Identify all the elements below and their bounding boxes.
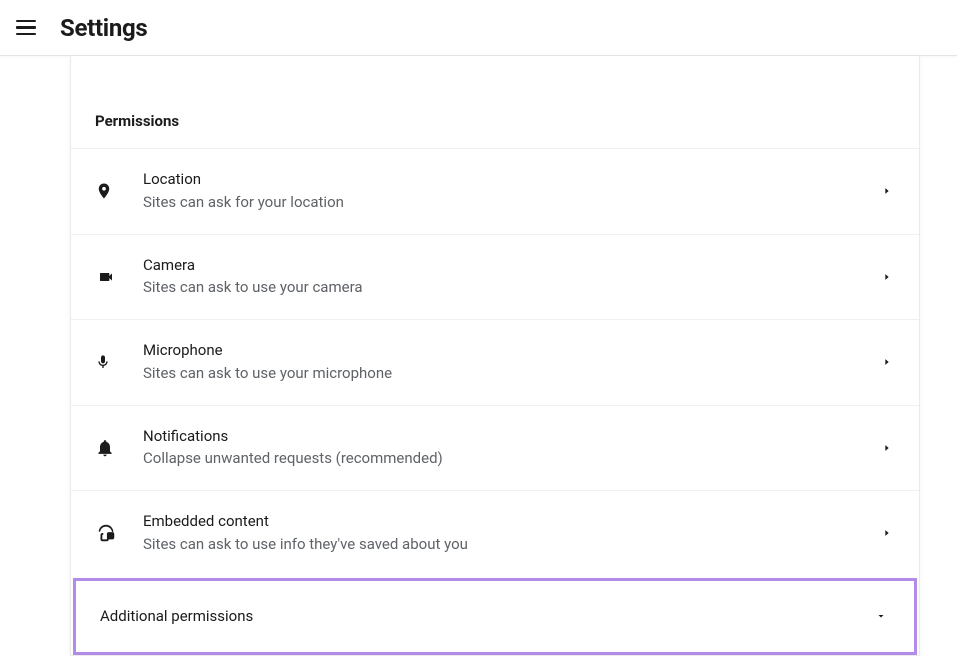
microphone-icon: [95, 351, 123, 373]
bell-icon: [95, 437, 123, 459]
menu-icon[interactable]: [16, 16, 40, 40]
permission-row-location[interactable]: Location Sites can ask for your location: [71, 148, 919, 234]
permission-row-desc: Sites can ask to use your microphone: [143, 363, 879, 385]
camera-icon: [95, 269, 123, 285]
permission-row-text: Camera Sites can ask to use your camera: [143, 255, 879, 300]
permission-row-text: Location Sites can ask for your location: [143, 169, 879, 214]
page-title: Settings: [60, 14, 147, 42]
permissions-section-title: Permissions: [71, 56, 919, 148]
permission-row-label: Microphone: [143, 340, 879, 362]
permission-row-camera[interactable]: Camera Sites can ask to use your camera: [71, 234, 919, 320]
chevron-down-icon: [872, 607, 890, 626]
embedded-icon: [95, 522, 123, 544]
additional-permissions-label: Additional permissions: [100, 607, 872, 625]
permission-row-label: Notifications: [143, 426, 879, 448]
permission-row-embedded[interactable]: Embedded content Sites can ask to use in…: [71, 490, 919, 576]
permission-row-label: Camera: [143, 255, 879, 277]
permissions-panel: Permissions Location Sites can ask for y…: [70, 56, 920, 656]
chevron-right-icon: [879, 271, 895, 283]
permission-row-text: Notifications Collapse unwanted requests…: [143, 426, 879, 471]
chevron-right-icon: [879, 527, 895, 539]
permission-row-label: Location: [143, 169, 879, 191]
permission-row-desc: Collapse unwanted requests (recommended): [143, 448, 879, 470]
additional-permissions-row[interactable]: Additional permissions: [73, 578, 917, 655]
permission-row-desc: Sites can ask for your location: [143, 192, 879, 214]
permission-row-notifications[interactable]: Notifications Collapse unwanted requests…: [71, 405, 919, 491]
chevron-right-icon: [879, 356, 895, 368]
topbar: Settings: [0, 0, 957, 56]
permission-row-label: Embedded content: [143, 511, 879, 533]
chevron-right-icon: [879, 185, 895, 197]
permission-row-desc: Sites can ask to use your camera: [143, 277, 879, 299]
permission-row-text: Microphone Sites can ask to use your mic…: [143, 340, 879, 385]
permission-row-text: Embedded content Sites can ask to use in…: [143, 511, 879, 556]
permission-row-microphone[interactable]: Microphone Sites can ask to use your mic…: [71, 319, 919, 405]
location-icon: [95, 180, 123, 202]
permission-row-desc: Sites can ask to use info they've saved …: [143, 534, 879, 556]
chevron-right-icon: [879, 442, 895, 454]
